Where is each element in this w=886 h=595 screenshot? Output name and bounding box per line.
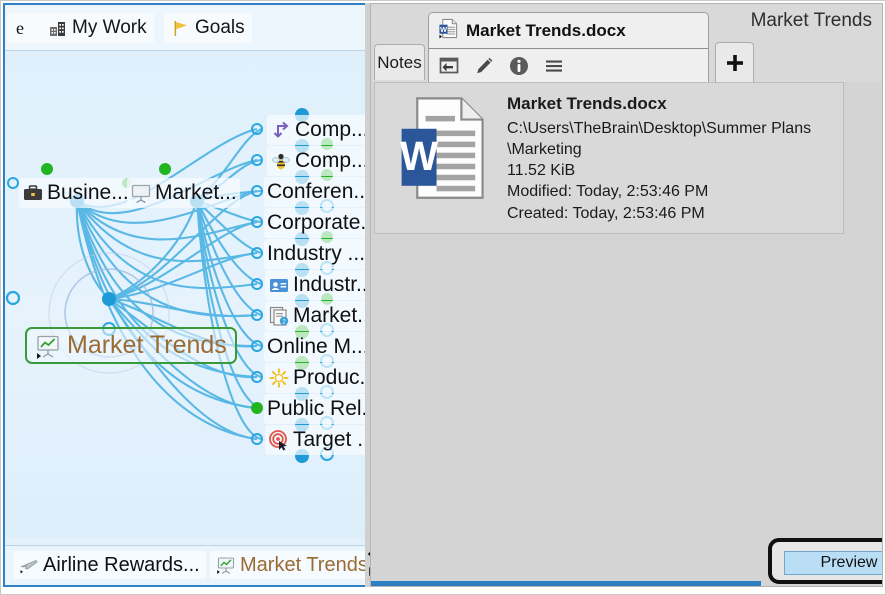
file-path-line1: C:\Users\TheBrain\Desktop\Summer Plans bbox=[507, 119, 812, 137]
thought-label: Industr... bbox=[293, 273, 367, 296]
attachment-title: Market Trends.docx bbox=[466, 20, 626, 40]
preview-button-label: Preview bbox=[820, 554, 878, 571]
thought-node-child-9[interactable]: Produc... bbox=[265, 363, 367, 393]
thought-label: Conferen... bbox=[267, 180, 367, 203]
hamburger-icon[interactable] bbox=[543, 55, 565, 77]
preview-button-highlight: Preview bbox=[768, 538, 882, 584]
id-card-icon bbox=[268, 274, 290, 296]
thought-node-child-4[interactable]: Corporate... bbox=[264, 208, 367, 238]
edge-icon: e bbox=[14, 18, 34, 38]
history-bar: Airline Rewards... Market Trends bbox=[5, 545, 367, 585]
thought-label: Corporate... bbox=[267, 211, 367, 234]
history-item-airline-rewards[interactable]: Airline Rewards... bbox=[13, 551, 206, 579]
arrow-return-icon bbox=[270, 119, 292, 141]
thought-node-selected-market-trends[interactable]: Market Trends bbox=[25, 327, 237, 364]
thought-node-business[interactable]: Busine... bbox=[19, 178, 132, 208]
file-modified: Modified: Today, 2:53:46 PM bbox=[507, 183, 709, 201]
thought-node-child-5[interactable]: Industry ... bbox=[264, 239, 367, 269]
application-window: e My Work Goals Busine... Market... Mark… bbox=[0, 0, 886, 595]
thought-label: Market... bbox=[155, 181, 237, 204]
word-doc-icon: W bbox=[438, 18, 459, 44]
svg-text:W: W bbox=[400, 133, 439, 179]
flag-icon bbox=[171, 18, 191, 38]
presentation-chart-icon bbox=[35, 333, 61, 359]
plus-icon bbox=[726, 54, 743, 71]
file-metadata: Market Trends.docx C:\Users\TheBrain\Des… bbox=[507, 93, 811, 224]
airplane-icon bbox=[19, 555, 39, 575]
thought-node-child-7[interactable]: 2 Market... bbox=[265, 301, 367, 331]
history-label: Airline Rewards... bbox=[43, 553, 200, 576]
svg-text:e: e bbox=[16, 18, 24, 38]
content-panel: Market Trends Notes W Market Trends.docx… bbox=[370, 3, 883, 587]
thought-label: Public Rel... bbox=[267, 397, 367, 420]
file-size: 11.52 KiB bbox=[507, 162, 576, 180]
add-attachment-tab-button[interactable] bbox=[715, 42, 754, 82]
svg-text:W: W bbox=[440, 24, 447, 33]
presentation-chart-icon bbox=[216, 555, 236, 575]
thought-label: Produc... bbox=[293, 366, 367, 389]
sun-icon bbox=[268, 367, 290, 389]
thought-node-child-2[interactable]: Comp... bbox=[267, 146, 367, 176]
thought-label: Comp... bbox=[295, 149, 367, 172]
thought-node-child-10[interactable]: Public Rel... bbox=[264, 394, 367, 424]
tab-notes[interactable]: Notes bbox=[374, 44, 425, 80]
thought-map-canvas[interactable]: Busine... Market... Market Trends Comp..… bbox=[5, 51, 367, 538]
open-external-icon[interactable] bbox=[438, 55, 460, 77]
tab-edge[interactable]: e bbox=[7, 13, 41, 43]
history-item-market-trends[interactable]: Market Trends bbox=[210, 551, 368, 579]
bee-icon bbox=[270, 150, 292, 172]
thought-label: Market Trends bbox=[67, 331, 227, 359]
tab-goals[interactable]: Goals bbox=[164, 13, 252, 43]
pencil-icon[interactable] bbox=[473, 55, 495, 77]
word-doc-large-icon: W bbox=[397, 93, 489, 224]
panel-bottom-accent bbox=[371, 581, 761, 586]
attachment-toolbar bbox=[429, 49, 708, 82]
history-label: Market Trends bbox=[240, 553, 368, 576]
documents-icon: 2 bbox=[268, 305, 290, 327]
presentation-icon bbox=[130, 182, 152, 204]
preview-button[interactable]: Preview bbox=[784, 551, 882, 575]
thought-label: Comp... bbox=[295, 118, 367, 141]
info-icon[interactable] bbox=[508, 55, 530, 77]
thought-label: Industry ... bbox=[267, 242, 366, 265]
plex-panel: e My Work Goals Busine... Market... Mark… bbox=[3, 3, 369, 587]
thought-node-child-3[interactable]: Conferen... bbox=[264, 177, 367, 207]
thought-label: Market... bbox=[293, 304, 367, 327]
thought-label: Target ... bbox=[293, 428, 367, 451]
file-info-card: W Market Trends.docx C:\Users\TheBrain\D… bbox=[374, 82, 844, 234]
tab-label: Goals bbox=[195, 17, 245, 38]
thought-node-marketing[interactable]: Market... bbox=[127, 178, 240, 208]
briefcase-icon bbox=[22, 182, 44, 204]
file-name: Market Trends.docx bbox=[507, 94, 667, 113]
file-path-line2: \Marketing bbox=[507, 140, 582, 158]
attachment-tab-title-row: W Market Trends.docx bbox=[429, 13, 708, 49]
file-created: Created: Today, 2:53:46 PM bbox=[507, 204, 705, 222]
thought-label: Busine... bbox=[47, 181, 129, 204]
thought-name-label: Market Trends bbox=[750, 10, 872, 31]
buildings-icon bbox=[48, 18, 68, 38]
tab-label: Notes bbox=[377, 52, 422, 72]
tab-label: My Work bbox=[72, 17, 147, 38]
pinned-tabs-bar: e My Work Goals bbox=[5, 5, 367, 51]
target-cursor-icon bbox=[268, 429, 290, 451]
thought-node-child-1[interactable]: Comp... bbox=[267, 115, 367, 145]
thought-node-child-8[interactable]: Online M... bbox=[264, 332, 367, 362]
content-panel-header: Market Trends Notes W Market Trends.docx bbox=[371, 4, 882, 82]
thought-node-child-11[interactable]: Target ... bbox=[265, 425, 367, 455]
tab-attachment-market-trends-docx[interactable]: W Market Trends.docx bbox=[428, 12, 709, 82]
thought-node-child-6[interactable]: Industr... bbox=[265, 270, 367, 300]
tab-my-work[interactable]: My Work bbox=[41, 13, 154, 43]
thought-label: Online M... bbox=[267, 335, 367, 358]
